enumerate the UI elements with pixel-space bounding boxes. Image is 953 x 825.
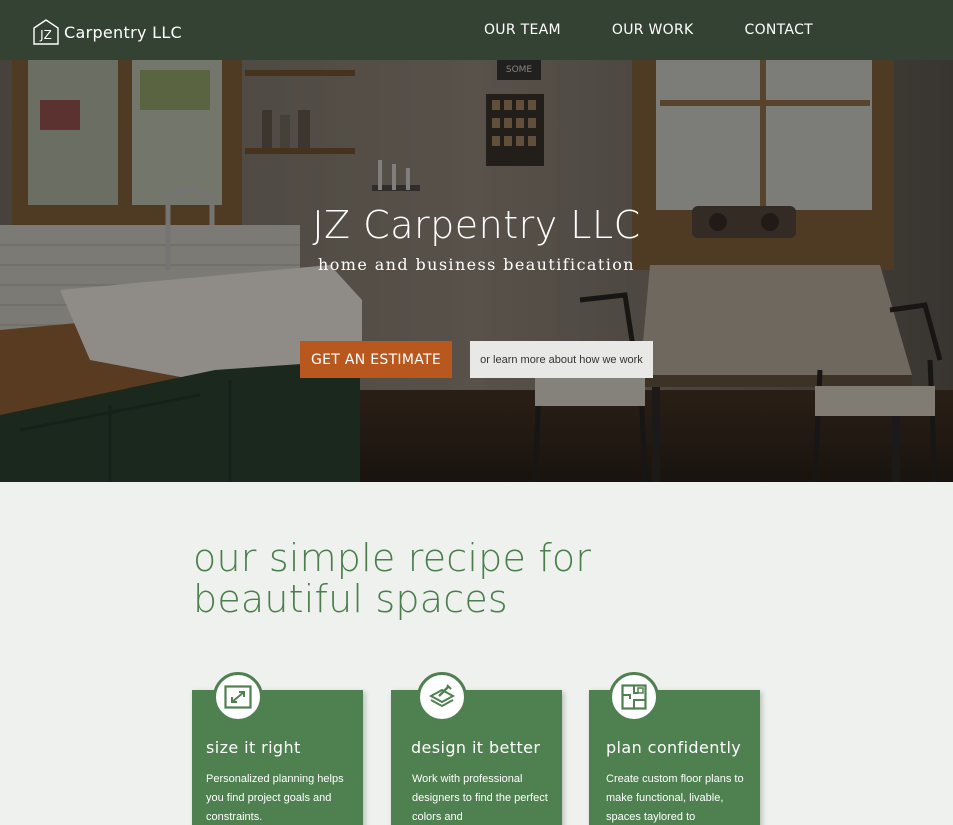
nav-links: OUR TEAM OUR WORK CONTACT (484, 0, 813, 60)
brand-name: Carpentry LLC (64, 22, 183, 42)
logo-letters: JZ (39, 28, 52, 42)
card-design-it-better: design it better Work with professional … (391, 672, 562, 825)
color-swatch-stack-icon (417, 672, 467, 722)
top-navigation: JZ Carpentry LLC OUR TEAM OUR WORK CONTA… (0, 0, 953, 60)
brand-logo-link[interactable]: JZ Carpentry LLC (32, 18, 182, 46)
hero-subtitle: home and business beautification (318, 255, 635, 274)
get-estimate-button[interactable]: GET AN ESTIMATE (300, 341, 452, 378)
card-text: Work with professional designers to find… (412, 773, 548, 823)
hero-section: SOME JZ Carpentry LLC home and business … (0, 60, 953, 482)
recipe-heading-line2: beautiful spaces (193, 577, 508, 621)
card-text: Personalized planning helps you find pro… (206, 773, 344, 823)
card-text: Create custom floor plans to make functi… (606, 773, 744, 823)
recipe-heading: our simple recipe for beautiful spaces (193, 538, 753, 620)
card-plan-confidently: plan confidently Create custom floor pla… (589, 672, 760, 825)
card-title: plan confidently (606, 738, 742, 757)
hero-title: JZ Carpentry LLC (312, 203, 641, 247)
floor-plan-icon (609, 672, 659, 722)
nav-link-our-team[interactable]: OUR TEAM (484, 22, 561, 38)
nav-link-our-work[interactable]: OUR WORK (612, 22, 694, 38)
expand-frame-icon (213, 672, 263, 722)
card-title: size it right (206, 738, 301, 757)
card-size-it-right: size it right Personalized planning help… (192, 672, 363, 825)
house-monogram-icon: JZ (32, 18, 60, 46)
nav-link-contact[interactable]: CONTACT (745, 22, 814, 38)
learn-more-button[interactable]: or learn more about how we work (470, 341, 653, 378)
recipe-heading-line1: our simple recipe for (193, 536, 592, 580)
card-title: design it better (411, 738, 541, 757)
